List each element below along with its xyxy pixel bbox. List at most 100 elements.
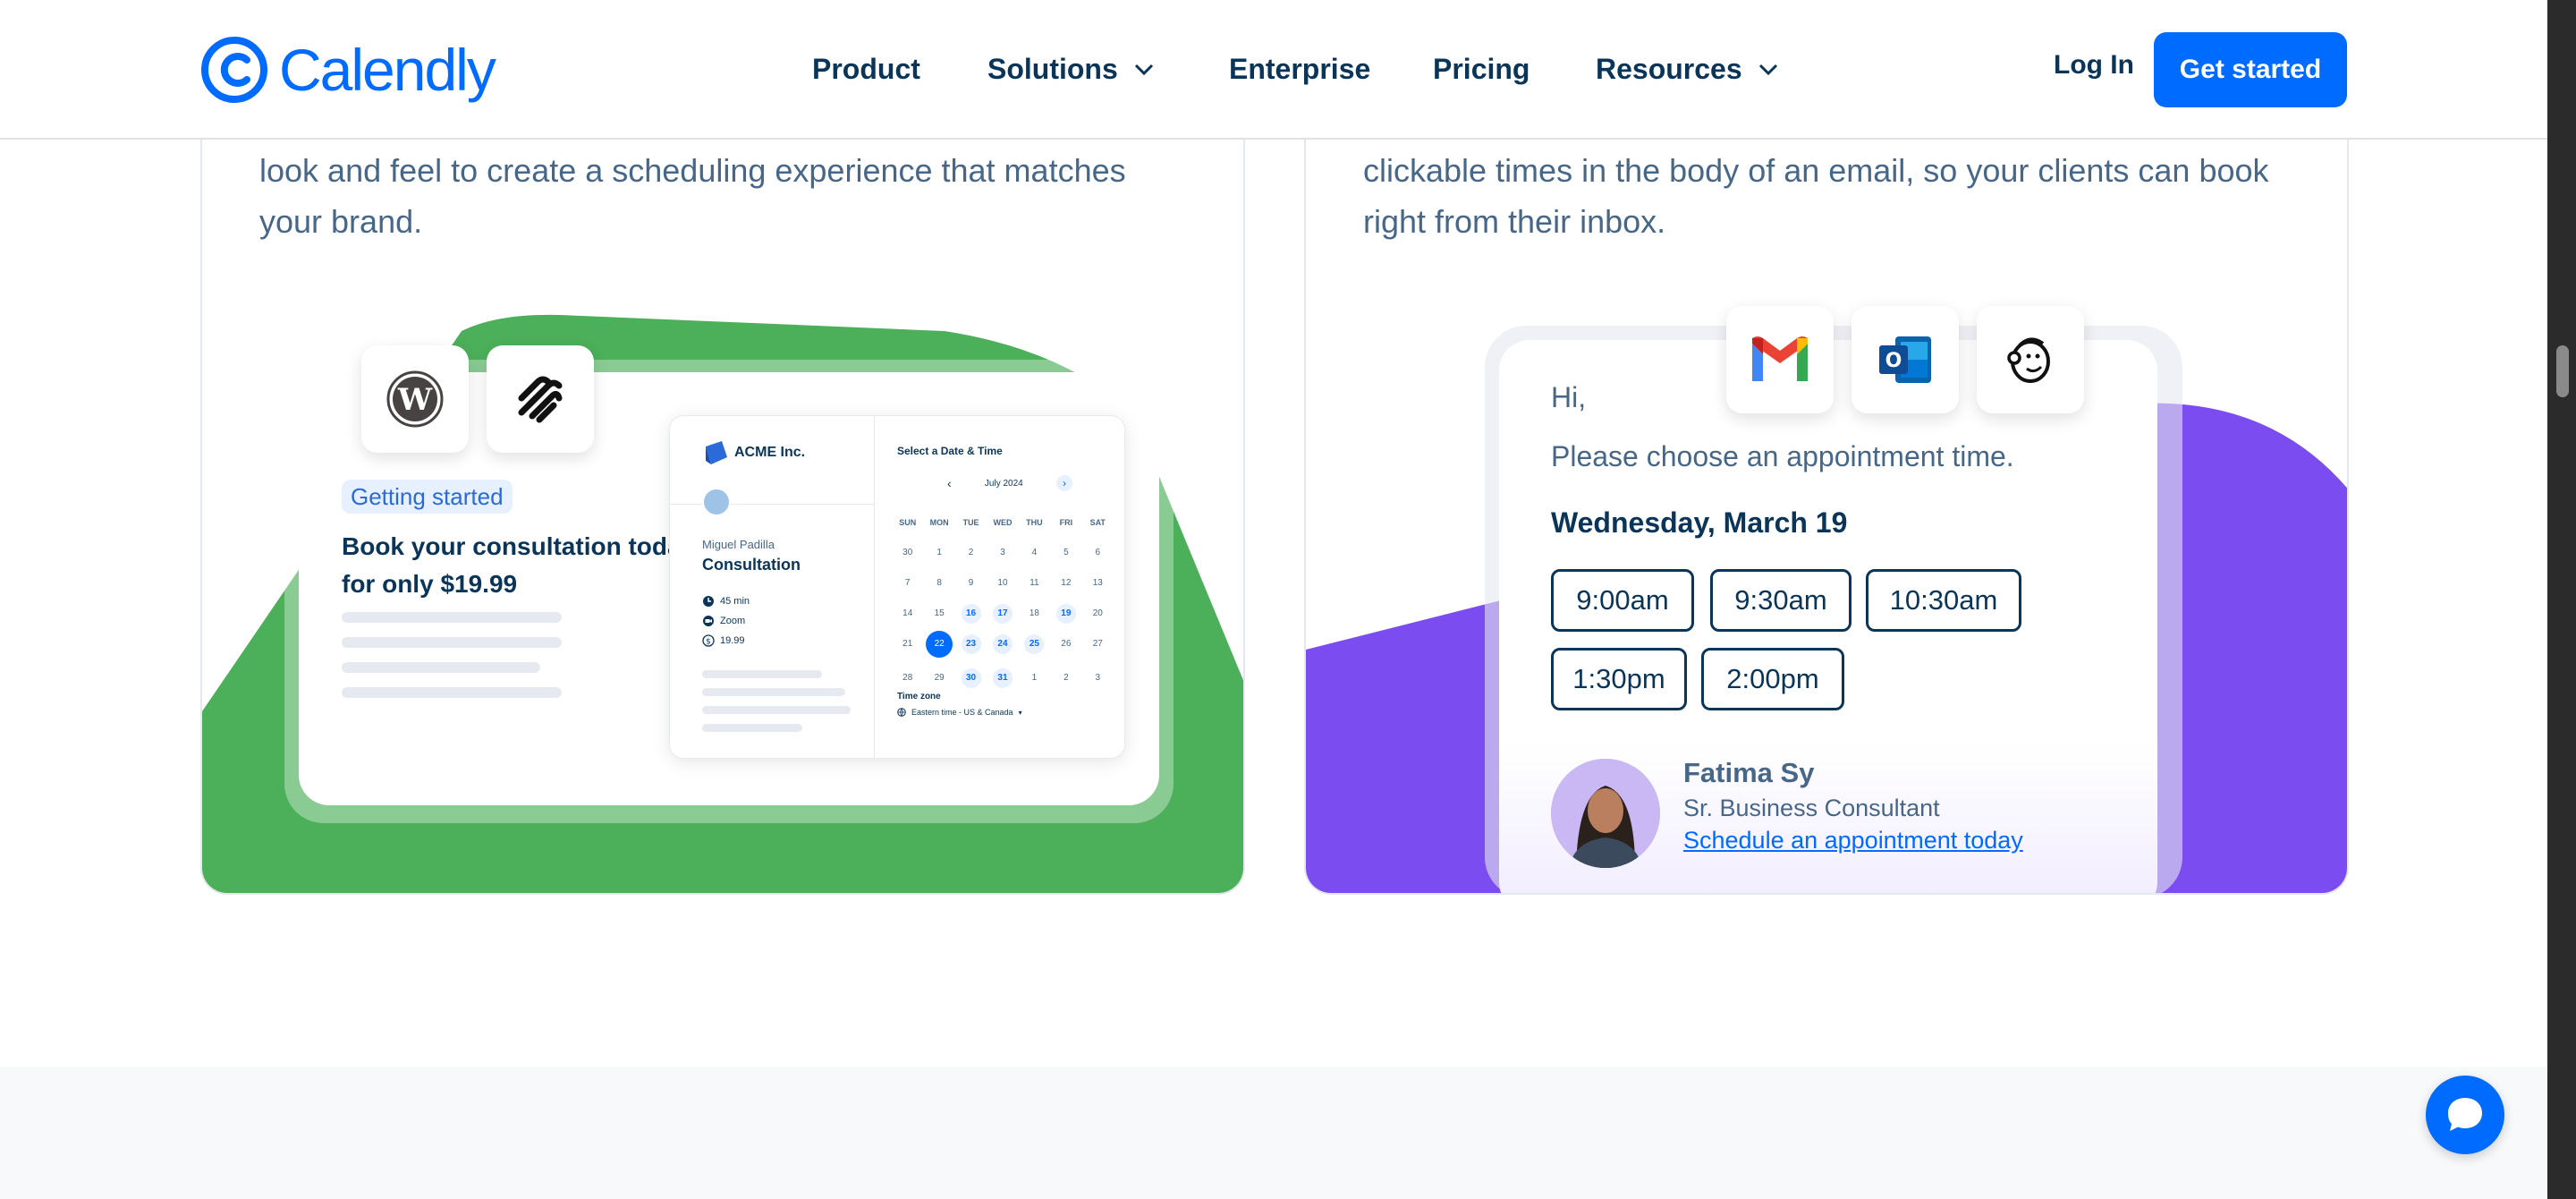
acme-logo-icon (706, 441, 727, 464)
video-icon (703, 616, 714, 626)
scrollbar-thumb[interactable] (2556, 345, 2569, 397)
calendar-day: 1 (1031, 673, 1038, 683)
company-name: ACME Inc. (734, 445, 806, 460)
event-name: Consultation (702, 556, 801, 574)
calendar-day-available[interactable]: 16 (961, 604, 981, 624)
calendar-day-available[interactable]: 23 (961, 634, 981, 654)
timezone-select[interactable]: Eastern time - US & Canada ▾ (897, 708, 1022, 717)
calendar-day: 2 (1063, 673, 1069, 683)
calendar-day: 7 (904, 578, 911, 588)
calendar-day-available[interactable]: 31 (992, 668, 1013, 688)
nav-enterprise-label: Enterprise (1229, 52, 1371, 85)
calendar-day-available[interactable]: 19 (1055, 604, 1076, 624)
site-header: Calendly Product Solutions Enterprise Pr… (0, 0, 2547, 140)
caret-down-icon: ▾ (1018, 708, 1022, 717)
price-text: 19.99 (720, 635, 745, 646)
appointment-date: Wednesday, March 19 (1551, 506, 1848, 539)
person-name: Fatima Sy (1683, 757, 1815, 788)
email-body: Hi, Please choose an appointment time. W… (1499, 340, 2157, 893)
placeholder-line (342, 612, 562, 623)
chevron-down-icon (1758, 64, 1777, 76)
email-greeting: Hi, (1551, 381, 1587, 413)
timezone-value: Eastern time - US & Canada (911, 708, 1013, 717)
calendar-day: 14 (902, 608, 913, 618)
calendar-day: 10 (997, 578, 1008, 588)
nav-pricing[interactable]: Pricing (1433, 41, 1530, 97)
calendar-day: 2 (968, 548, 974, 557)
nav-enterprise[interactable]: Enterprise (1229, 41, 1370, 97)
nav-product-label: Product (812, 52, 920, 85)
get-started-button[interactable]: Get started (2154, 32, 2347, 107)
wordpress-icon: W (386, 370, 444, 428)
nav-resources[interactable]: Resources (1596, 41, 1782, 97)
host-avatar (702, 488, 731, 516)
weekday-label: WED (993, 518, 1013, 527)
calendar-day: 1 (936, 548, 942, 557)
month-nav: ‹ July 2024 › (947, 475, 1072, 491)
getting-started-badge: Getting started (342, 480, 513, 514)
person-photo (1551, 759, 1660, 868)
gmail-icon (1752, 336, 1808, 381)
chat-bubble-icon (2448, 1098, 2482, 1131)
calendly-logo[interactable]: Calendly (200, 32, 496, 107)
calendar-day: 12 (1061, 578, 1072, 588)
calendar-day: 11 (1030, 578, 1039, 588)
calendar-day: 20 (1092, 608, 1103, 618)
calendar-grid: SUN MON TUE WED THU FRI SAT 30 1 2 3 4 5 6 7 8 9 10 11 12 13… (892, 513, 1114, 688)
time-slot-button[interactable]: 9:00am (1551, 569, 1694, 632)
next-section-background (0, 1067, 2547, 1199)
scrollbar-track[interactable] (2547, 0, 2576, 1199)
placeholder-line (342, 637, 562, 648)
picker-title: Select a Date & Time (897, 445, 1003, 457)
avatar (1551, 759, 1660, 868)
duration-row: 45 min (702, 595, 750, 608)
calendar-day: 4 (1031, 548, 1038, 557)
calendar-day-available[interactable]: 22 (926, 631, 953, 658)
widget-divider (874, 416, 875, 758)
chevron-left-icon[interactable]: ‹ (947, 476, 952, 490)
time-slot-button[interactable]: 10:30am (1866, 569, 2021, 632)
calendar-day-available[interactable]: 17 (992, 604, 1013, 624)
host-name: Miguel Padilla (702, 538, 775, 551)
chevron-right-icon[interactable]: › (1055, 475, 1072, 491)
logo-wordmark: Calendly (279, 37, 496, 103)
scheduling-widget: ACME Inc. Miguel Padilla Consultation 45… (669, 415, 1125, 759)
calendar-day: 6 (1095, 548, 1101, 557)
chat-button[interactable] (2426, 1076, 2504, 1154)
time-slot-button[interactable]: 9:30am (1710, 569, 1852, 632)
gmail-tile (1726, 306, 1834, 413)
schedule-link[interactable]: Schedule an appointment today (1683, 827, 2023, 855)
calendar-day: 21 (902, 639, 913, 649)
svg-text:O: O (1885, 350, 1902, 372)
calendly-logo-icon (201, 37, 267, 103)
placeholder-line (702, 670, 822, 678)
nav-pricing-label: Pricing (1433, 52, 1530, 85)
calendar-day: 13 (1092, 578, 1103, 588)
clock-icon (703, 596, 714, 607)
time-slot-button[interactable]: 1:30pm (1551, 648, 1687, 710)
calendar-day-available[interactable]: 24 (992, 634, 1013, 654)
location-text: Zoom (720, 616, 746, 626)
weekday-label: SAT (1089, 518, 1106, 527)
weekday-label: SUN (899, 518, 917, 527)
mailchimp-tile (1977, 306, 2084, 413)
calendar-day-available[interactable]: 25 (1024, 634, 1045, 654)
time-slot-button[interactable]: 2:00pm (1701, 648, 1844, 710)
squarespace-icon (518, 376, 563, 423)
outlook-icon: O (1879, 336, 1931, 383)
nav-solutions[interactable]: Solutions (987, 41, 1157, 97)
login-link[interactable]: Log In (2054, 50, 2134, 81)
email-prompt: Please choose an appointment time. (1551, 440, 2014, 472)
weekday-label: THU (1026, 518, 1043, 527)
globe-icon (897, 708, 906, 717)
calendar-day: 18 (1029, 608, 1039, 618)
weekday-label: MON (929, 518, 949, 527)
consultation-headline: Book your consultation today for only $1… (342, 532, 696, 598)
svg-text:W: W (397, 382, 433, 418)
nav-product[interactable]: Product (812, 41, 920, 97)
weekday-label: FRI (1059, 518, 1073, 527)
nav-solutions-label: Solutions (987, 52, 1118, 85)
calendar-day-available[interactable]: 30 (961, 668, 981, 688)
calendar-day: 29 (934, 673, 945, 683)
nav-resources-label: Resources (1596, 52, 1742, 85)
